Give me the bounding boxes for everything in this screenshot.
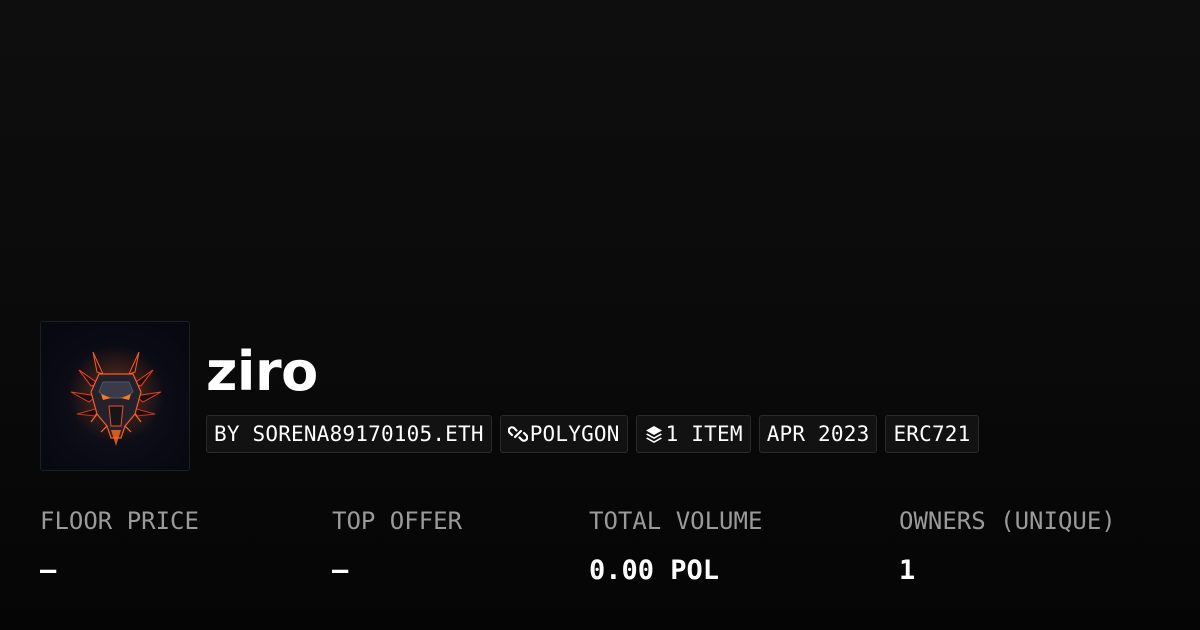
total-volume-stat: TOTAL VOLUME 0.00 POL	[589, 503, 762, 589]
created-date-label: APR 2023	[766, 422, 870, 446]
creator-label: BY SORENA89170105.ETH	[214, 422, 484, 446]
creator-badge[interactable]: BY SORENA89170105.ETH	[206, 415, 492, 453]
total-volume-label: TOTAL VOLUME	[589, 507, 763, 535]
floor-price-stat: FLOOR PRICE –	[40, 503, 199, 589]
owners-value: 1	[899, 555, 916, 586]
top-offer-stat: TOP OFFER –	[332, 503, 462, 589]
token-standard-badge: ERC721	[885, 415, 979, 453]
owners-label: OWNERS (UNIQUE)	[899, 507, 1116, 535]
created-date-badge: APR 2023	[758, 415, 878, 453]
items-badge: 1 ITEM	[635, 415, 751, 453]
collection-title: ziro	[206, 340, 318, 403]
top-offer-value: –	[332, 555, 349, 586]
collection-avatar	[40, 321, 190, 471]
floor-price-label: FLOOR PRICE	[40, 507, 199, 535]
chain-label: POLYGON	[529, 422, 620, 446]
dragon-head-icon	[68, 346, 164, 446]
chain-badge[interactable]: POLYGON	[499, 415, 628, 453]
collection-badges: BY SORENA89170105.ETH POLYGON 1 ITEM APR…	[206, 415, 979, 453]
items-label: 1 ITEM	[665, 422, 743, 446]
total-volume-value: 0.00 POL	[589, 555, 720, 586]
floor-price-value: –	[40, 555, 57, 586]
top-offer-label: TOP OFFER	[332, 507, 463, 535]
token-standard-label: ERC721	[893, 422, 971, 446]
polygon-link-icon	[507, 424, 528, 444]
owners-stat: OWNERS (UNIQUE) 1	[899, 503, 1116, 589]
layers-icon	[644, 424, 664, 444]
